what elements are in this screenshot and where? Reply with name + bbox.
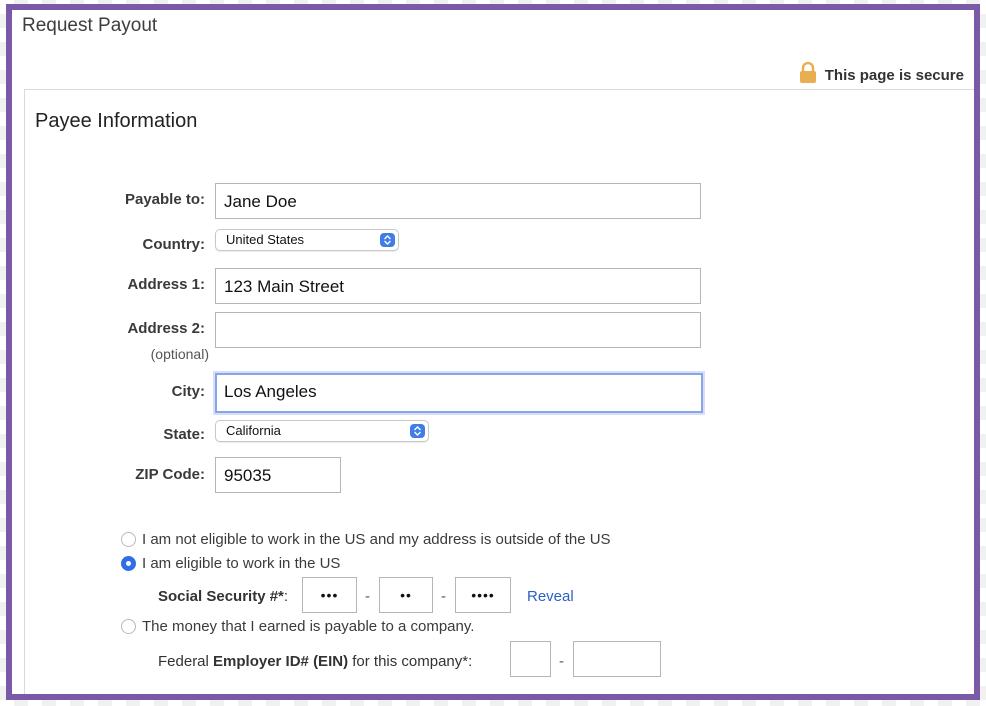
- ssn-part2-input[interactable]: ••: [379, 577, 433, 613]
- page-title: Request Payout: [22, 15, 158, 36]
- payable-to-input[interactable]: Jane Doe: [215, 183, 701, 219]
- app-window: Request Payout This page is secure Payee…: [6, 4, 980, 700]
- ein-separator: -: [559, 653, 564, 670]
- ssn-separator: -: [441, 588, 446, 605]
- ssn-label: Social Security #*:: [158, 588, 288, 605]
- radio-company[interactable]: [121, 619, 136, 634]
- section-title: Payee Information: [35, 110, 198, 132]
- ssn-label-text: Social Security #*: [158, 588, 284, 605]
- reveal-link[interactable]: Reveal: [527, 588, 574, 605]
- option-eligible[interactable]: I am eligible to work in the US: [121, 555, 340, 572]
- ein-part2-input[interactable]: [573, 641, 661, 677]
- city-input[interactable]: Los Angeles: [215, 373, 703, 413]
- state-value: California: [226, 423, 281, 438]
- address1-input[interactable]: 123 Main Street: [215, 268, 701, 304]
- option-eligible-label: I am eligible to work in the US: [142, 555, 341, 572]
- address2-optional-label: (optional): [150, 346, 209, 362]
- option-not-eligible[interactable]: I am not eligible to work in the US and …: [121, 531, 611, 548]
- ssn-part1-input[interactable]: •••: [302, 577, 357, 613]
- select-arrows-icon: [410, 424, 425, 438]
- option-not-eligible-label: I am not eligible to work in the US and …: [142, 531, 611, 548]
- country-value: United States: [226, 232, 305, 247]
- ein-label-prefix: Federal: [158, 653, 214, 670]
- address2-label: Address 2:: [127, 320, 205, 337]
- payable-to-label: Payable to:: [124, 191, 205, 208]
- radio-not-eligible[interactable]: [121, 532, 136, 547]
- ssn-label-colon: :: [283, 588, 289, 605]
- payee-panel: Payee Information Payable to: Jane Doe C…: [24, 89, 974, 694]
- ein-label: Federal Employer ID# (EIN) for this comp…: [158, 653, 472, 670]
- ein-label-suffix: for this company*:: [348, 653, 473, 670]
- state-label: State:: [163, 426, 205, 443]
- radio-eligible[interactable]: [121, 556, 136, 571]
- ein-label-bold: Employer ID# (EIN): [213, 653, 349, 670]
- state-select[interactable]: California: [215, 420, 429, 442]
- zip-input[interactable]: 95035: [215, 457, 341, 493]
- country-label: Country:: [142, 236, 206, 253]
- secure-text: This page is secure: [824, 67, 964, 84]
- city-label: City:: [171, 383, 205, 400]
- zip-label: ZIP Code:: [135, 466, 205, 483]
- country-select[interactable]: United States: [215, 229, 399, 251]
- option-company[interactable]: The money that I earned is payable to a …: [121, 618, 474, 635]
- address2-input[interactable]: [215, 312, 701, 348]
- option-company-label: The money that I earned is payable to a …: [142, 618, 475, 635]
- ssn-separator: -: [365, 588, 370, 605]
- ssn-part3-input[interactable]: ••••: [455, 577, 511, 613]
- address1-label: Address 1:: [127, 276, 205, 293]
- lock-icon: [799, 61, 817, 84]
- ein-part1-input[interactable]: [510, 641, 551, 677]
- secure-indicator: This page is secure: [799, 61, 964, 84]
- select-arrows-icon: [380, 233, 395, 247]
